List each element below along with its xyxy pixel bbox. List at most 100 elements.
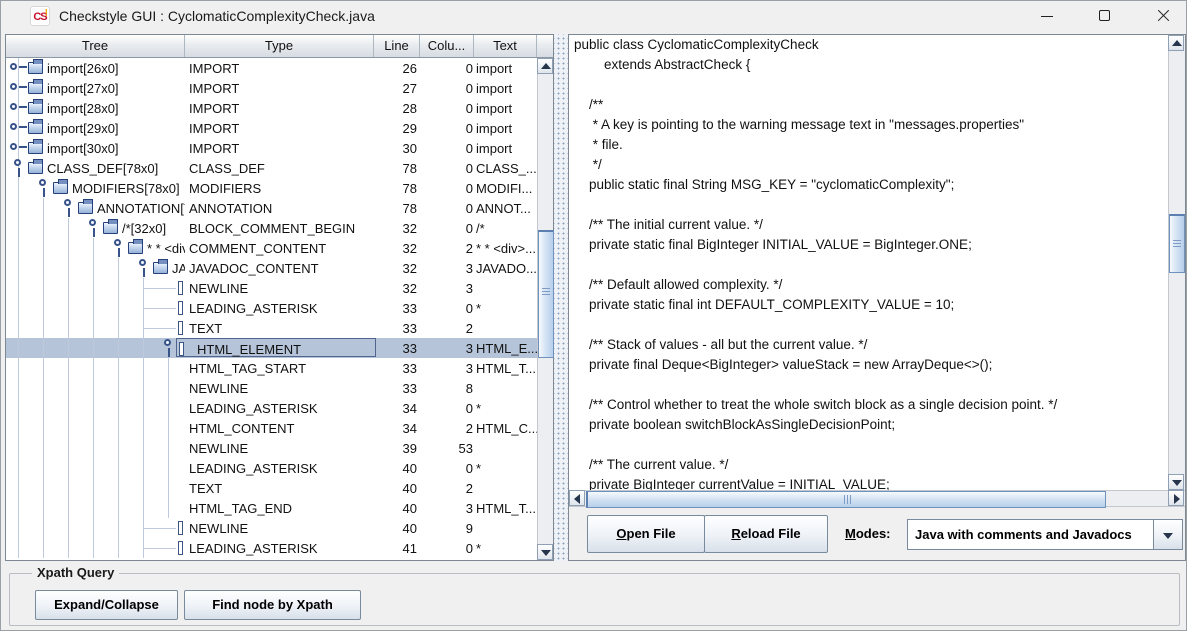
column-header-text[interactable]: Text	[474, 35, 537, 57]
tree-cell: import[26x0]	[6, 58, 185, 78]
cell-text: /*	[475, 221, 537, 236]
tree-expanded-handle-icon[interactable]	[135, 258, 152, 278]
tree-cell	[6, 538, 185, 558]
open-file-button[interactable]: Open File	[587, 515, 705, 553]
tree-guide-line	[18, 338, 19, 358]
tree-cell: MODIFIERS[78x0]	[6, 178, 185, 198]
table-row[interactable]: /*[32x0]BLOCK_COMMENT_BEGIN320/*	[6, 218, 537, 238]
scroll-up-button[interactable]	[537, 58, 553, 74]
split-pane-divider[interactable]	[554, 34, 568, 561]
tree-expanded-handle-icon[interactable]	[10, 158, 27, 178]
scrollbar-thumb[interactable]	[538, 230, 554, 358]
source-code-view[interactable]: public class CyclomaticComplexityCheck e…	[569, 35, 1168, 490]
reload-file-button[interactable]: Reload File	[704, 515, 828, 553]
cell-column: 0	[420, 161, 474, 176]
expand-collapse-button[interactable]: Expand/Collapse	[35, 590, 178, 620]
table-row[interactable]: TEXT402	[6, 478, 537, 498]
tree-leaf-connector	[143, 548, 176, 549]
tree-guide-line	[18, 298, 19, 318]
tree-guide-line	[93, 418, 94, 438]
modes-label: Modes:	[845, 526, 891, 541]
tree-expanded-handle-icon[interactable]	[110, 238, 127, 258]
tree-collapsed-handle-icon[interactable]	[10, 58, 27, 78]
scroll-left-button[interactable]	[569, 490, 585, 506]
scrollbar-thumb[interactable]	[1169, 214, 1185, 273]
thumb-grip	[542, 288, 550, 296]
table-row[interactable]: import[28x0]IMPORT280import	[6, 98, 537, 118]
table-row[interactable]: NEWLINE323	[6, 278, 537, 298]
tree-collapsed-handle-icon[interactable]	[10, 78, 27, 98]
modes-combobox-arrow-button[interactable]	[1153, 519, 1183, 550]
table-row[interactable]: import[26x0]IMPORT260import	[6, 58, 537, 78]
tree-guide-line	[93, 358, 94, 378]
cell-type: TEXT	[189, 481, 375, 496]
cell-line: 32	[374, 221, 420, 236]
minimize-button[interactable]	[1024, 1, 1070, 31]
table-row[interactable]: NEWLINE3953	[6, 438, 537, 458]
source-panel: public class CyclomaticComplexityCheck e…	[568, 34, 1186, 561]
modes-combobox[interactable]: Java with comments and Javadocs	[907, 519, 1154, 550]
cell-column: 0	[420, 221, 474, 236]
scrollbar-thumb[interactable]	[586, 491, 1106, 508]
table-row[interactable]: CLASS_DEF[78x0]CLASS_DEF780CLASS_...	[6, 158, 537, 178]
table-vertical-scrollbar[interactable]	[537, 58, 553, 560]
tree-expanded-handle-icon[interactable]	[85, 218, 102, 238]
tree-expanded-handle-icon[interactable]	[160, 338, 177, 358]
table-row[interactable]: import[27x0]IMPORT270import	[6, 78, 537, 98]
tree-cell	[6, 418, 185, 438]
table-row[interactable]: JAVADOC_CONTENTJAVADOC_CONTENT323JAVADO.…	[6, 258, 537, 278]
table-row[interactable]: NEWLINE409	[6, 518, 537, 538]
tree-cell: import[28x0]	[6, 98, 185, 118]
tree-guide-line	[143, 458, 144, 478]
cell-type: COMMENT_CONTENT	[189, 241, 375, 256]
table-row[interactable]: HTML_TAG_END403HTML_T...	[6, 498, 537, 518]
scroll-up-button[interactable]	[1168, 35, 1184, 51]
close-button[interactable]	[1140, 1, 1186, 31]
scroll-right-button[interactable]	[1168, 490, 1184, 506]
table-row[interactable]: MODIFIERS[78x0]MODIFIERS780MODIFI...	[6, 178, 537, 198]
tree-collapsed-handle-icon[interactable]	[10, 98, 27, 118]
scroll-down-button[interactable]	[537, 544, 553, 560]
tree-expanded-handle-icon[interactable]	[35, 178, 52, 198]
tree-guide-line	[68, 498, 69, 518]
table-row[interactable]: ANNOTATION[78x0]ANNOTATION780ANNOT...	[6, 198, 537, 218]
table-row[interactable]: HTML_TAG_START333HTML_T...	[6, 358, 537, 378]
code-vertical-scrollbar[interactable]	[1168, 35, 1185, 490]
minimize-icon	[1041, 16, 1053, 17]
cell-column: 0	[420, 401, 474, 416]
tree-guide-line	[93, 298, 94, 318]
table-row[interactable]: * * <div>...COMMENT_CONTENT322* * <div>.…	[6, 238, 537, 258]
tree-collapsed-handle-icon[interactable]	[10, 138, 27, 158]
cell-type: IMPORT	[189, 101, 375, 116]
tree-expanded-handle-icon[interactable]	[60, 198, 77, 218]
app-window: CS ! Checkstyle GUI : CyclomaticComplexi…	[0, 0, 1187, 631]
table-row[interactable]: LEADING_ASTERISK400*	[6, 458, 537, 478]
table-row[interactable]: HTML_CONTENT342HTML_C...	[6, 418, 537, 438]
table-row[interactable]: HTML_ELEMENT333HTML_E...	[6, 338, 537, 358]
column-header-line[interactable]: Line	[374, 35, 420, 57]
table-row[interactable]: LEADING_ASTERISK330*	[6, 298, 537, 318]
cell-column: 0	[420, 61, 474, 76]
find-node-by-xpath-button[interactable]: Find node by Xpath	[184, 590, 361, 620]
table-row[interactable]: LEADING_ASTERISK340*	[6, 398, 537, 418]
table-row[interactable]: LEADING_ASTERISK410*	[6, 538, 537, 558]
table-row[interactable]: TEXT332	[6, 318, 537, 338]
column-header-type[interactable]: Type	[185, 35, 374, 57]
tree-guide-line	[43, 458, 44, 478]
tree-cell	[6, 398, 185, 418]
scroll-down-button[interactable]	[1168, 474, 1184, 490]
table-row[interactable]: import[29x0]IMPORT290import	[6, 118, 537, 138]
table-row[interactable]: import[30x0]IMPORT300import	[6, 138, 537, 158]
folder-icon	[53, 182, 68, 194]
cell-text: import	[475, 61, 537, 76]
header-corner	[537, 35, 553, 57]
tree-collapsed-handle-icon[interactable]	[10, 118, 27, 138]
tree-guide-line	[68, 398, 69, 418]
tree-node-label: import[29x0]	[47, 121, 119, 136]
tree-guide-line	[68, 338, 69, 358]
table-row[interactable]: NEWLINE338	[6, 378, 537, 398]
maximize-button[interactable]	[1082, 1, 1128, 31]
column-header-column[interactable]: Colu...	[420, 35, 474, 57]
code-horizontal-scrollbar[interactable]	[569, 490, 1185, 507]
column-header-tree[interactable]: Tree	[6, 35, 185, 57]
